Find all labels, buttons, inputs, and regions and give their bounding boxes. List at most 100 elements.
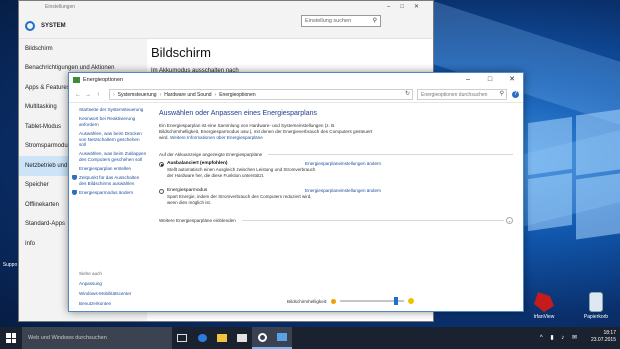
show-more-plans[interactable]: Weitere Energiesparpläne einblenden ⌄ (159, 217, 513, 225)
desktop-icon-recycle-bin[interactable]: Papierkorb (574, 292, 618, 320)
change-plan-settings-link[interactable]: Energiesparplaneinstellungen ändern (305, 161, 381, 166)
store-icon (237, 334, 247, 342)
settings-search-input[interactable]: Einstellung suchen ⚲ (301, 15, 381, 27)
page-title: Bildschirm (151, 45, 211, 60)
breadcrumb[interactable]: › Systemsteuerung › Hardware und Sound ›… (109, 89, 413, 100)
desktop-icon-label: IrfanView (533, 314, 555, 320)
breadcrumb-item[interactable]: Systemsteuerung (118, 92, 157, 98)
settings-titlebar[interactable]: Einstellungen –□✕ (19, 1, 433, 13)
power-options-window[interactable]: Energieoptionen – □ ✕ ← → ↑ › Systemsteu… (68, 72, 524, 312)
brightness-high-icon (408, 298, 415, 304)
link-control-panel-home[interactable]: Startseite der Systemsteuerung (69, 107, 147, 113)
settings-window-title: Einstellungen (45, 4, 76, 10)
search-icon: ⚲ (499, 91, 504, 97)
brightness-low-icon (331, 298, 337, 304)
link-create-plan[interactable]: Energiesparplan erstellen (69, 166, 147, 172)
refresh-icon[interactable]: ↻ (405, 90, 410, 97)
control-panel-icon (277, 333, 287, 341)
show-more-plans-label: Weitere Energiesparpläne einblenden (159, 218, 236, 224)
cp-search-placeholder: Energieoptionen durchsuchen (421, 92, 488, 98)
gear-icon (25, 20, 35, 31)
cp-window-title: Energieoptionen (83, 77, 124, 83)
irfanview-icon (534, 292, 554, 312)
taskbar: Web und Windows durchsuchen ^ ▮ ♪ ✉ 18:1… (0, 327, 620, 349)
search-icon: ⚲ (372, 18, 377, 24)
link-mobility-center[interactable]: Windows-Mobilitätscenter (79, 291, 131, 296)
folder-icon (217, 334, 227, 342)
taskbar-edge[interactable] (192, 327, 212, 349)
power-options-icon (73, 77, 80, 83)
taskbar-control-panel[interactable] (272, 327, 292, 349)
settings-search-placeholder: Einstellung suchen (305, 18, 352, 24)
start-button[interactable] (0, 327, 22, 349)
settings-window-controls[interactable]: –□✕ (387, 3, 429, 10)
taskbar-explorer[interactable] (212, 327, 232, 349)
plan-name: Energiesparmodus (167, 188, 208, 194)
address-bar: ← → ↑ › Systemsteuerung › Hardware und S… (69, 87, 523, 103)
plan-balanced[interactable]: Ausbalanciert (empfohlen) Energiesparpla… (159, 161, 513, 184)
taskbar-settings[interactable] (252, 327, 272, 349)
breadcrumb-item[interactable]: Energieoptionen (219, 92, 255, 98)
divider (268, 154, 513, 156)
plan-radio[interactable] (159, 162, 164, 168)
gear-icon (257, 332, 267, 342)
desktop-icon-label: Papierkorb (583, 314, 609, 320)
link-sleep-mode[interactable]: Energiesparmodus ändern (69, 190, 147, 196)
breadcrumb-item[interactable]: Hardware und Sound (164, 92, 211, 98)
plan-group-label: Auf der Akkuanzeige angezeigte Energiesp… (159, 152, 263, 158)
taskbar-search-input[interactable]: Web und Windows durchsuchen (22, 327, 172, 349)
brightness-slider[interactable] (340, 297, 405, 305)
task-pane: Startseite der Systemsteuerung Kennwort … (69, 103, 147, 311)
sidebar-item-bildschirm[interactable]: Bildschirm (19, 39, 147, 59)
cp-main: Auswählen oder Anpassen eines Energiespa… (159, 103, 513, 311)
chevron-right-icon: › (113, 91, 115, 98)
maximize-button[interactable]: □ (479, 73, 501, 87)
link-lid-close[interactable]: Auswählen, was beim Zuklappen des Comput… (69, 151, 147, 162)
cp-search-input[interactable]: Energieoptionen durchsuchen ⚲ (417, 89, 507, 100)
clock-date: 23.07.2015 (590, 337, 616, 343)
back-arrow-icon[interactable]: ← (73, 92, 83, 98)
link-power-buttons[interactable]: Auswählen, was beim Drücken von Netzscha… (69, 131, 147, 148)
plan-description: Stellt automatisch einen Ausgleich zwisc… (167, 167, 316, 178)
task-view-icon (177, 334, 187, 342)
up-arrow-icon[interactable]: ↑ (93, 92, 103, 98)
plan-power-saver[interactable]: Energiesparmodus Energiesparplaneinstell… (159, 188, 513, 211)
minimize-button[interactable]: – (457, 73, 479, 87)
change-plan-settings-link[interactable]: Energiesparplaneinstellungen ändern (305, 188, 381, 193)
task-view-button[interactable] (172, 327, 192, 349)
link-personalization[interactable]: Anpassung (79, 281, 102, 286)
clock-time: 18:17 (603, 330, 616, 336)
more-info-link[interactable]: Weitere Informationen über Energiesparpl… (170, 135, 263, 140)
help-icon[interactable]: ? (512, 91, 519, 98)
plan-name: Ausbalanciert (empfohlen) (167, 161, 228, 167)
divider (241, 220, 504, 222)
taskbar-search-placeholder: Web und Windows durchsuchen (28, 335, 107, 341)
link-display-off[interactable]: Zeitpunkt für das Ausschalten des Bildsc… (69, 175, 147, 186)
plan-description: Spart Energie, indem der Stromverbrauch … (167, 194, 312, 205)
desktop-icon-label: Suppo (2, 262, 18, 268)
link-user-accounts[interactable]: Benutzerkonten (79, 301, 111, 306)
window-controls: – □ ✕ (457, 73, 523, 87)
chevron-right-icon: › (214, 91, 217, 98)
taskbar-store[interactable] (232, 327, 252, 349)
clock[interactable]: 18:17 23.07.2015 (591, 330, 616, 344)
recycle-bin-icon (589, 292, 603, 312)
brightness-label: Bildschirmhelligkeit: (287, 298, 328, 304)
see-also-heading: Siehe auch (79, 271, 102, 276)
edge-icon (197, 334, 207, 342)
cp-titlebar[interactable]: Energieoptionen – □ ✕ (69, 73, 523, 87)
section-heading: Auswählen oder Anpassen eines Energiespa… (159, 110, 317, 117)
windows-logo-icon (6, 333, 16, 343)
link-require-password[interactable]: Kennwort bei Reaktivierung anfordern (69, 116, 147, 127)
intro-text: Ein Energiesparplan ist eine Sammlung vo… (159, 123, 374, 140)
slider-thumb[interactable] (394, 297, 399, 305)
chevron-down-icon[interactable]: ⌄ (506, 217, 513, 225)
plan-radio[interactable] (159, 189, 164, 195)
plan-group-header: Auf der Akkuanzeige angezeigte Energiesp… (159, 152, 513, 157)
tray-icons[interactable]: ^ ▮ ♪ ✉ (540, 334, 580, 341)
desktop-icon-irfanview[interactable]: IrfanView (522, 292, 566, 320)
close-button[interactable]: ✕ (501, 73, 523, 87)
settings-section-title: SYSTEM (41, 22, 66, 29)
forward-arrow-icon[interactable]: → (83, 92, 93, 98)
brightness-control: Bildschirmhelligkeit: (287, 297, 415, 305)
